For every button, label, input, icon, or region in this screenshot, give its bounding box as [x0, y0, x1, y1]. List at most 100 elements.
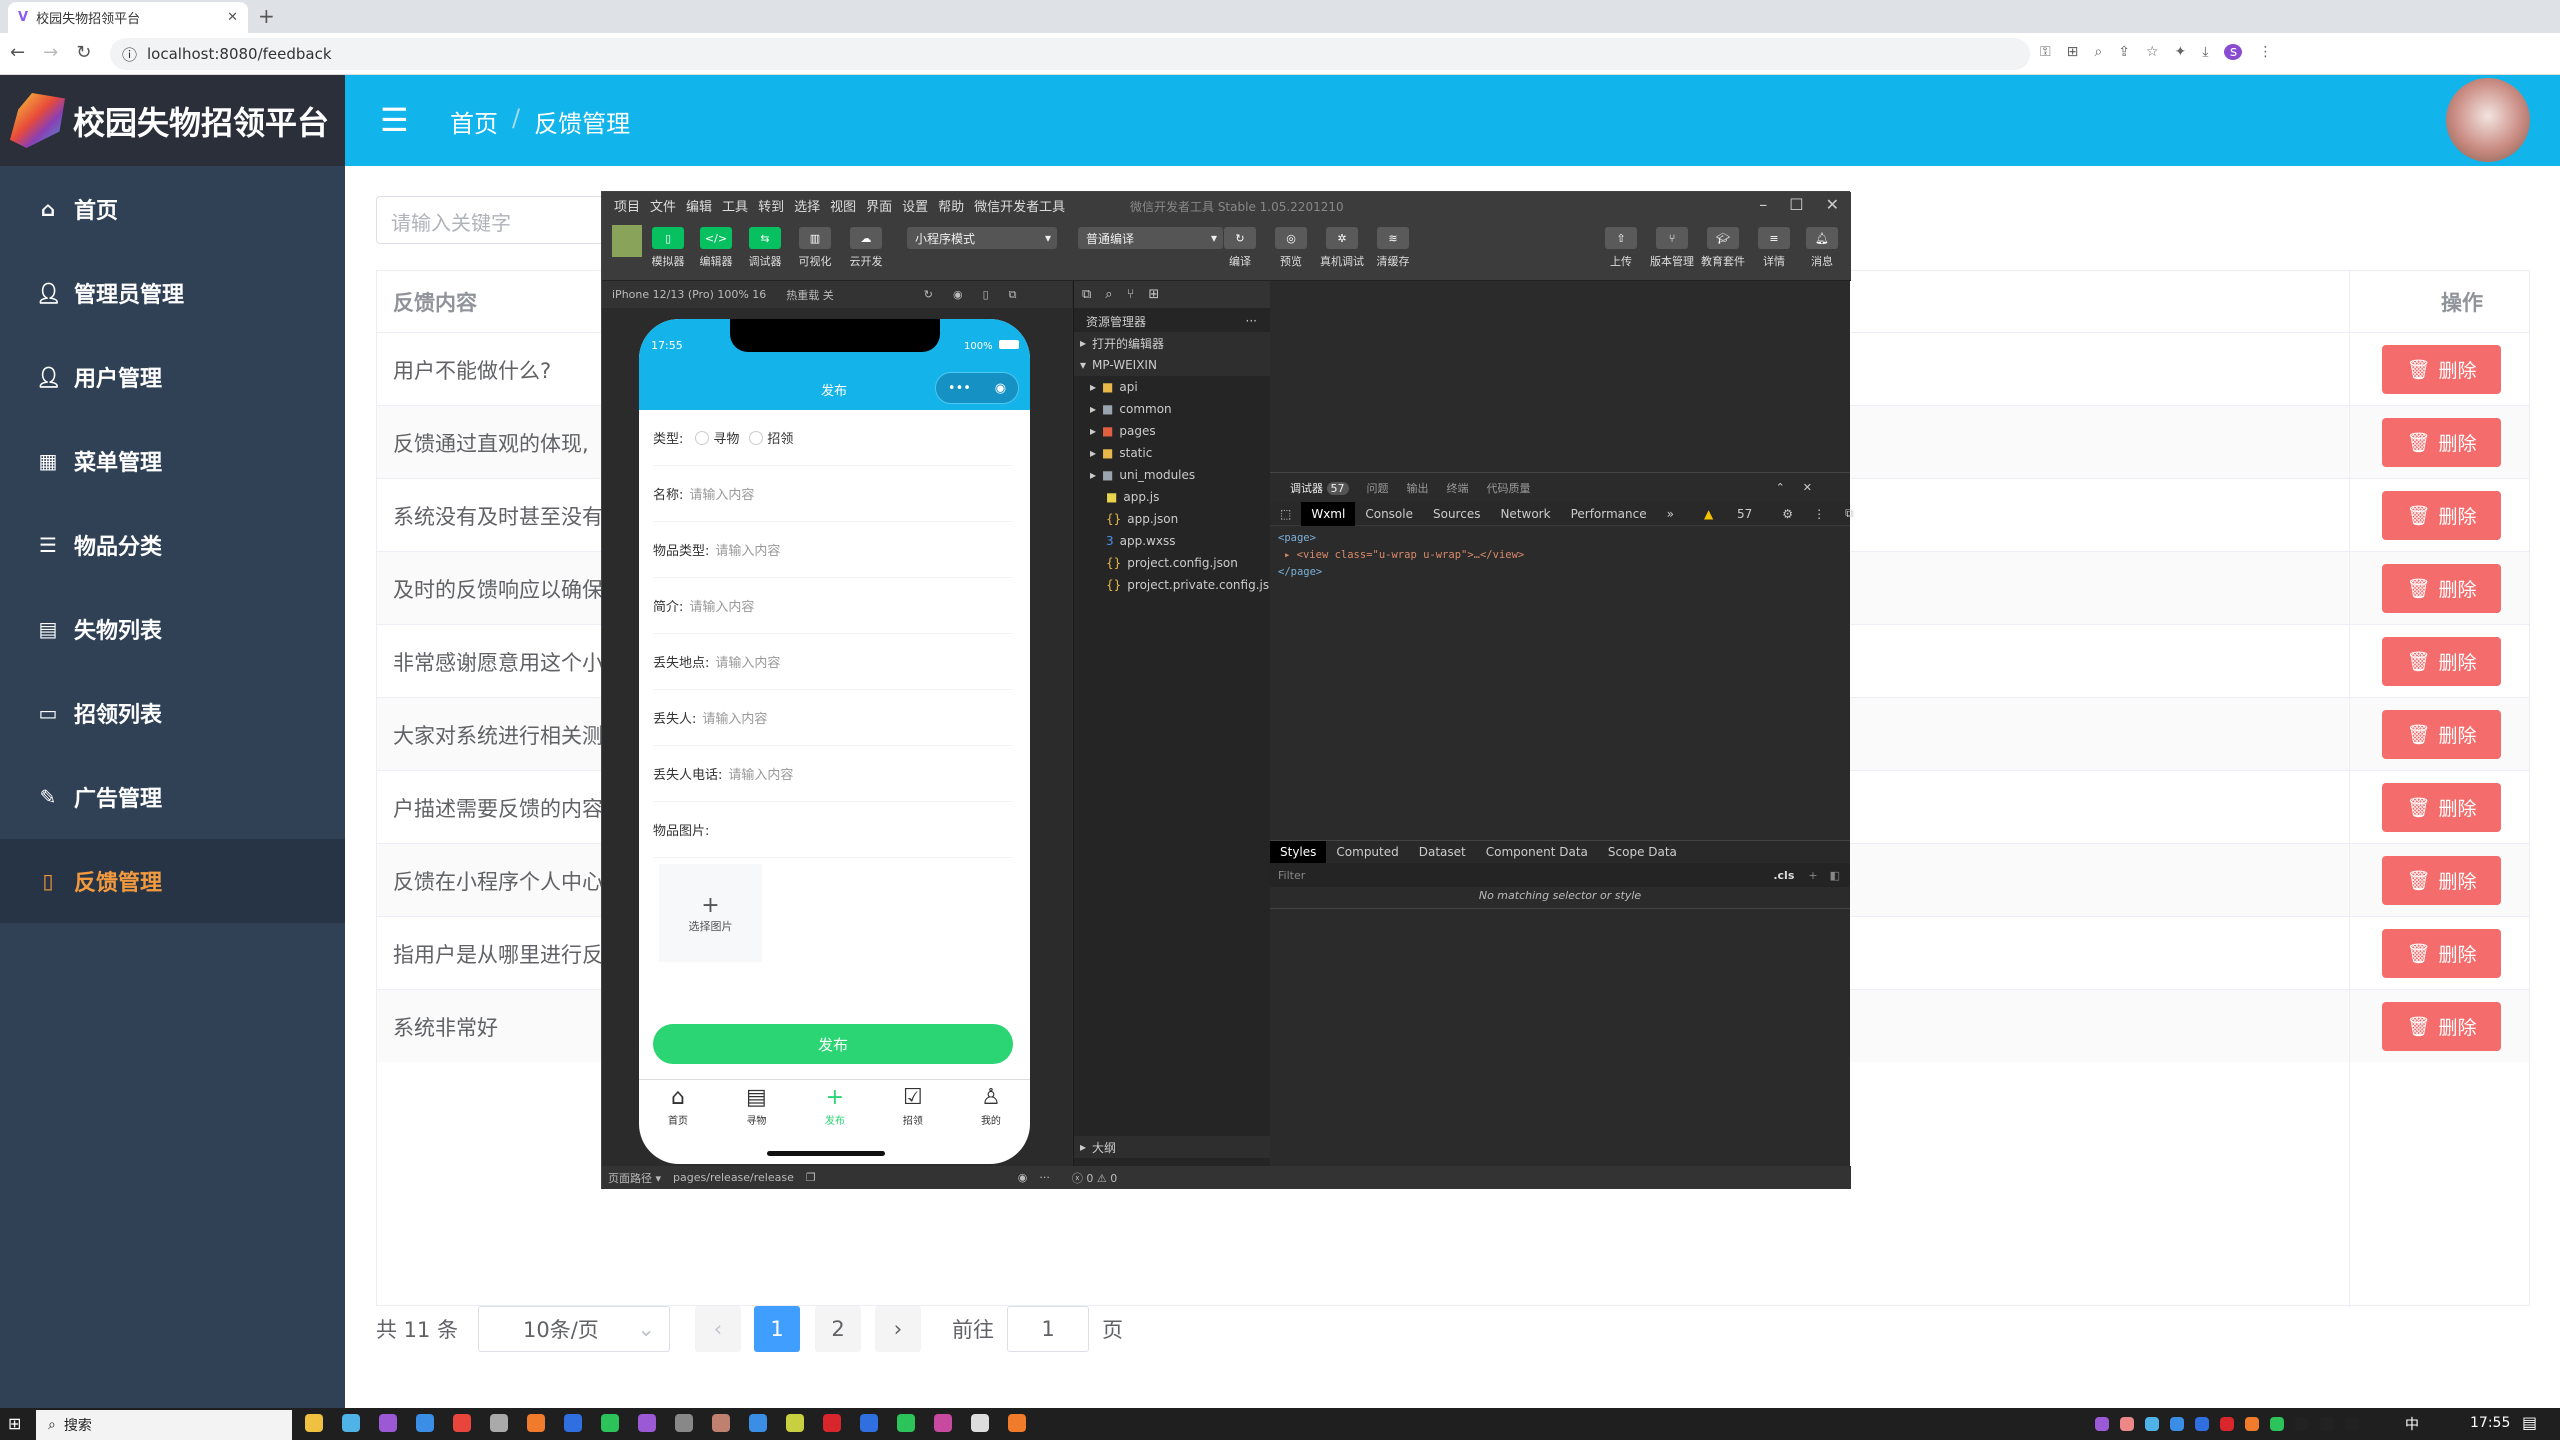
taskbar-app-icon[interactable]	[675, 1414, 693, 1432]
tab-lost[interactable]: ▤ 寻物	[746, 1080, 767, 1139]
delete-button[interactable]: 🗑︎ 删除	[2382, 418, 2501, 467]
version-icon[interactable]: ⑂	[1656, 227, 1688, 249]
sidebar-item-lost[interactable]: ▤ 失物列表	[0, 587, 345, 671]
folder-api[interactable]: ▸ ■ api	[1074, 376, 1271, 398]
menu-item[interactable]: 项目	[614, 196, 640, 215]
tab-styles[interactable]: Styles	[1270, 840, 1327, 863]
delete-button[interactable]: 🗑︎ 删除	[2382, 491, 2501, 540]
more-icon[interactable]: ⋮	[1803, 502, 1835, 526]
tray-icon[interactable]	[2095, 1417, 2109, 1431]
new-tab-button[interactable]: +	[258, 4, 275, 28]
taskbar-app-icon[interactable]	[601, 1414, 619, 1432]
tray-icon[interactable]	[2245, 1417, 2259, 1431]
tab-home[interactable]: ⌂ 首页	[668, 1080, 688, 1139]
outline-section[interactable]: ▸ 大纲	[1074, 1136, 1271, 1158]
tray-icon[interactable]	[2320, 1417, 2334, 1431]
file-app-js[interactable]: ■ app.js	[1074, 486, 1271, 508]
simulator-controls-icon[interactable]: ↻◉▯⧉	[924, 288, 1037, 302]
tab-problems[interactable]: 问题	[1367, 480, 1389, 496]
file-app-json[interactable]: {} app.json	[1074, 508, 1271, 530]
taskbar-app-icon[interactable]	[971, 1414, 989, 1432]
key-icon[interactable]: ⚿	[2040, 44, 2051, 60]
cloud-icon[interactable]: ☁	[850, 227, 882, 249]
tab-console[interactable]: Console	[1355, 502, 1423, 526]
form-field[interactable]: 丢失地点: 请输入内容	[653, 634, 1013, 690]
tab-found[interactable]: ☑ 招领	[903, 1080, 923, 1139]
delete-button[interactable]: 🗑︎ 删除	[2382, 637, 2501, 686]
more-icon[interactable]: ···	[1039, 1171, 1050, 1184]
file-project-private-config[interactable]: {} project.private.config.js...	[1074, 574, 1281, 596]
tab-performance[interactable]: Performance	[1561, 502, 1657, 526]
debugger-icon[interactable]: ⇆	[749, 227, 781, 249]
open-editors[interactable]: ▸ 打开的编辑器	[1074, 332, 1271, 354]
sidebar-item-categories[interactable]: ☰ 物品分类	[0, 503, 345, 587]
form-field[interactable]: 丢失人: 请输入内容	[653, 690, 1013, 746]
forward-icon[interactable]: →	[43, 42, 58, 63]
upload-icon[interactable]: ⇧	[1605, 227, 1637, 249]
folder-common[interactable]: ▸ ■ common	[1074, 398, 1271, 420]
delete-button[interactable]: 🗑︎ 删除	[2382, 1002, 2501, 1051]
menu-item[interactable]: 微信开发者工具	[974, 196, 1065, 215]
form-field[interactable]: 物品类型: 请输入内容	[653, 522, 1013, 578]
tab-mine[interactable]: ♙ 我的	[981, 1080, 1001, 1139]
remote-debug-icon[interactable]: ✲	[1326, 227, 1358, 249]
page-path-select[interactable]: 页面路径 ▾	[608, 1170, 661, 1186]
form-field[interactable]: 简介: 请输入内容	[653, 578, 1013, 634]
taskbar-app-icon[interactable]	[860, 1414, 878, 1432]
windows-start-icon[interactable]: ⊞	[8, 1414, 21, 1433]
tab-terminal[interactable]: 终端	[1447, 480, 1469, 496]
details-icon[interactable]: ≡	[1758, 227, 1790, 249]
taskbar-app-icon[interactable]	[379, 1414, 397, 1432]
form-field[interactable]: 丢失人电话: 请输入内容	[653, 746, 1013, 802]
folder-pages[interactable]: ▸ ■ pages	[1074, 420, 1271, 442]
taskbar-app-icon[interactable]	[453, 1414, 471, 1432]
eye-icon[interactable]: ◉	[1018, 1171, 1028, 1184]
preview-icon[interactable]: ◎	[1275, 227, 1307, 249]
taskbar-clock[interactable]: 17:55	[2470, 1415, 2510, 1431]
menu-item[interactable]: 设置	[902, 196, 928, 215]
sidebar-item-ads[interactable]: ✎ 广告管理	[0, 755, 345, 839]
sidebar-item-feedback[interactable]: ▯ 反馈管理	[0, 839, 345, 923]
ime-indicator[interactable]: 中	[2405, 1414, 2419, 1434]
add-rule-icon[interactable]: +	[1808, 869, 1817, 882]
tab-publish[interactable]: + 发布	[825, 1080, 845, 1139]
visual-icon[interactable]: ▥	[799, 227, 831, 249]
education-icon[interactable]: 🎓︎	[1707, 227, 1739, 249]
error-count[interactable]: ⓧ 0 ⚠ 0	[1072, 1170, 1117, 1186]
extensions-icon[interactable]: ⊞	[1148, 287, 1159, 302]
tab-dataset[interactable]: Dataset	[1409, 841, 1476, 863]
goto-page-input[interactable]: 1	[1007, 1306, 1089, 1352]
taskbar-app-icon[interactable]	[527, 1414, 545, 1432]
styles-filter[interactable]: Filter .cls + ◧	[1270, 863, 1850, 887]
close-icon[interactable]: ✕	[1826, 195, 1839, 214]
tab-sources[interactable]: Sources	[1423, 502, 1490, 526]
radio-lost[interactable]	[695, 430, 710, 445]
taskbar-app-icon[interactable]	[305, 1414, 323, 1432]
sidebar-item-found[interactable]: ▭ 招领列表	[0, 671, 345, 755]
panel-controls-icon[interactable]: ⌃✕	[1776, 481, 1830, 494]
device-select[interactable]: iPhone 12/13 (Pro) 100% 16	[612, 288, 766, 301]
choose-image-button[interactable]: + 选择图片	[659, 864, 762, 962]
more-icon[interactable]: ···	[1246, 314, 1257, 328]
translate-icon[interactable]: ⊞	[2067, 44, 2079, 60]
page-2-button[interactable]: 2	[815, 1306, 861, 1352]
delete-button[interactable]: 🗑︎ 删除	[2382, 564, 2501, 613]
git-icon[interactable]: ⑂	[1127, 287, 1135, 302]
extension-icon[interactable]: ✦	[2175, 44, 2187, 60]
taskbar-search[interactable]: ⌕ 搜索	[36, 1410, 292, 1440]
dock-icon[interactable]: ⧉	[1835, 502, 1864, 526]
simulator-icon[interactable]: ▯	[652, 227, 684, 249]
tab-network[interactable]: Network	[1490, 502, 1560, 526]
compile-icon[interactable]: ↻	[1224, 227, 1256, 249]
more-icon[interactable]: •••	[948, 381, 971, 396]
browser-tab[interactable]: V 校园失物招领平台 ✕	[8, 2, 248, 33]
file-project-config[interactable]: {} project.config.json	[1074, 552, 1271, 574]
maximize-icon[interactable]: ☐	[1789, 195, 1803, 214]
taskbar-app-icon[interactable]	[638, 1414, 656, 1432]
search-icon[interactable]: ⌕	[1105, 287, 1112, 302]
taskbar-app-icon[interactable]	[1008, 1414, 1026, 1432]
tab-output[interactable]: 输出	[1407, 480, 1429, 496]
tray-icon[interactable]	[2295, 1417, 2309, 1431]
avatar[interactable]	[2446, 78, 2530, 162]
radio-found[interactable]	[749, 430, 764, 445]
